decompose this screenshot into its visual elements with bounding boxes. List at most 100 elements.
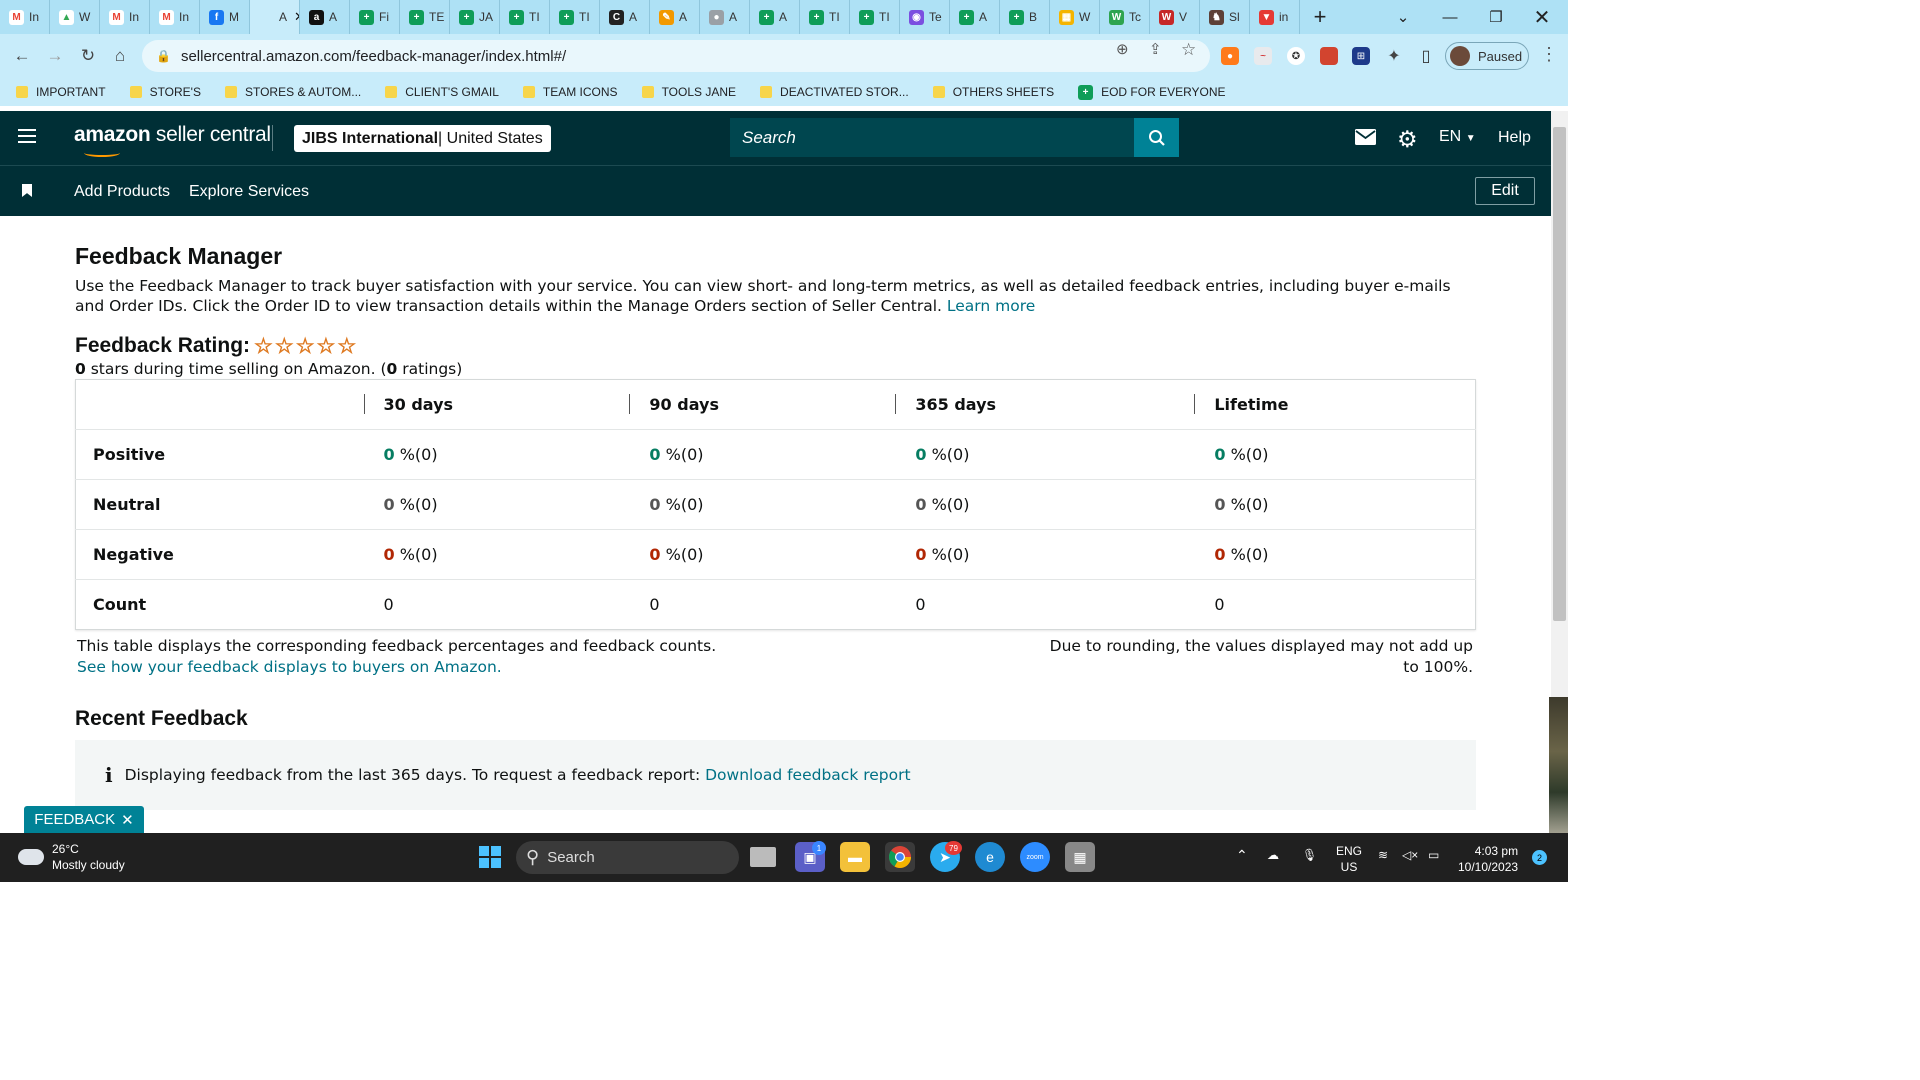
- amazon-seller-central-logo[interactable]: amazon seller central: [74, 123, 271, 157]
- chrome-icon[interactable]: [885, 842, 915, 872]
- browser-tab[interactable]: ◉ Te: [900, 0, 950, 34]
- feedback-button[interactable]: FEEDBACK ✕: [24, 806, 144, 833]
- profile-button[interactable]: Paused: [1445, 42, 1529, 70]
- bookmark-item[interactable]: STORES & AUTOM...: [224, 85, 361, 99]
- browser-tab[interactable]: ▲ W: [50, 0, 100, 34]
- hamburger-menu-icon[interactable]: [18, 129, 36, 147]
- browser-tab[interactable]: W Tc: [1100, 0, 1150, 34]
- weather-condition: Mostly cloudy: [52, 858, 125, 872]
- browser-tab[interactable]: WV: [1150, 0, 1200, 34]
- browser-tab[interactable]: + TI: [550, 0, 600, 34]
- nav-add-products[interactable]: Add Products: [74, 183, 170, 201]
- windows-start-icon[interactable]: [475, 842, 505, 872]
- bookmark-item[interactable]: IMPORTANT: [16, 85, 106, 99]
- cell-value: 0: [915, 495, 927, 514]
- task-view-icon[interactable]: [750, 847, 776, 867]
- cell-value: 0: [1214, 445, 1226, 464]
- browser-menu-icon[interactable]: ⋮: [1540, 44, 1558, 65]
- edge-icon[interactable]: e: [975, 842, 1005, 872]
- bookmark-item[interactable]: OTHERS SHEETS: [932, 85, 1054, 99]
- browser-tab[interactable]: + TI: [800, 0, 850, 34]
- bookmark-item[interactable]: TOOLS JANE: [641, 85, 736, 99]
- help-link[interactable]: Help: [1498, 129, 1531, 147]
- browser-tab[interactable]: fM: [200, 0, 250, 34]
- bookmark-item[interactable]: TEAM ICONS: [522, 85, 618, 99]
- speaker-muted-icon[interactable]: ◁×: [1402, 847, 1418, 863]
- weather-widget[interactable]: 26°C Mostly cloudy: [18, 841, 125, 873]
- bookmark-item[interactable]: STORE'S: [129, 85, 201, 99]
- bookmark-item[interactable]: DEACTIVATED STOR...: [760, 85, 909, 99]
- browser-tab[interactable]: + A: [950, 0, 1000, 34]
- browser-tab[interactable]: aA: [300, 0, 350, 34]
- table-cell: 0 %(0): [363, 479, 630, 530]
- browser-tab[interactable]: + TI: [500, 0, 550, 34]
- browser-tab[interactable]: ▦ W: [1050, 0, 1100, 34]
- settings-gear-icon[interactable]: ⚙: [1397, 126, 1418, 153]
- extensions-puzzle-icon[interactable]: ✦: [1385, 47, 1403, 65]
- bookmark-star-icon[interactable]: ☆: [1181, 40, 1196, 60]
- notification-badge[interactable]: 2: [1532, 850, 1547, 865]
- calculator-icon[interactable]: ▦: [1065, 842, 1095, 872]
- microphone-icon[interactable]: 🎙: [1302, 847, 1317, 863]
- close-window-button[interactable]: ✕: [1519, 0, 1565, 34]
- browser-tab[interactable]: + JA: [450, 0, 500, 34]
- back-arrow-icon[interactable]: ←: [10, 44, 34, 68]
- new-tab-button[interactable]: +: [1300, 4, 1340, 30]
- browser-tab[interactable]: CA: [600, 0, 650, 34]
- browser-tab[interactable]: ✎ A: [650, 0, 700, 34]
- account-switcher[interactable]: JIBS International | United States: [294, 125, 551, 152]
- edit-button[interactable]: Edit: [1475, 177, 1535, 205]
- logo-bold: amazon: [74, 123, 151, 146]
- tab-search-chevron-icon[interactable]: ⌄: [1380, 0, 1426, 34]
- extension-calendar-icon[interactable]: [1320, 47, 1338, 65]
- address-bar[interactable]: 🔒 sellercentral.amazon.com/feedback-mana…: [142, 40, 1210, 72]
- browser-tab[interactable]: ● A: [700, 0, 750, 34]
- taskbar-search[interactable]: ⚲ Search: [516, 841, 739, 874]
- browser-tab[interactable]: + A: [750, 0, 800, 34]
- browser-tab[interactable]: ♞ Sl: [1200, 0, 1250, 34]
- search-button[interactable]: [1134, 118, 1179, 157]
- extension-seller-icon[interactable]: ~: [1254, 47, 1272, 65]
- mail-icon[interactable]: [1355, 128, 1376, 151]
- chevron-up-icon[interactable]: ⌃: [1236, 847, 1248, 863]
- reload-icon[interactable]: ↻: [76, 44, 100, 68]
- nav-explore-services[interactable]: Explore Services: [189, 183, 309, 201]
- bookmark-icon[interactable]: [22, 184, 32, 197]
- side-panel-icon[interactable]: ▯: [1417, 47, 1435, 65]
- zoom-icon[interactable]: ⊕: [1116, 40, 1129, 58]
- search-input[interactable]: [730, 118, 1134, 157]
- forward-arrow-icon[interactable]: →: [43, 44, 67, 68]
- language-indicator[interactable]: ENG US: [1336, 843, 1362, 875]
- browser-tab[interactable]: + TE: [400, 0, 450, 34]
- see-feedback-display-link[interactable]: See how your feedback displays to buyers…: [77, 658, 502, 676]
- browser-tab[interactable]: + B: [1000, 0, 1050, 34]
- download-feedback-report-link[interactable]: Download feedback report: [705, 766, 910, 784]
- language-selector[interactable]: EN ▼: [1439, 128, 1476, 146]
- clock[interactable]: 4:03 pm 10/10/2023: [1458, 843, 1518, 875]
- browser-tab[interactable]: M In: [150, 0, 200, 34]
- extension-globe-icon[interactable]: ✪: [1287, 47, 1305, 65]
- battery-icon[interactable]: ▭: [1428, 847, 1439, 863]
- browser-tab[interactable]: A✕: [250, 0, 300, 34]
- file-explorer-icon[interactable]: ▬: [840, 842, 870, 872]
- table-cell: 0 %(0): [1194, 479, 1476, 530]
- browser-tab[interactable]: ▼ in: [1250, 0, 1300, 34]
- close-icon[interactable]: ✕: [121, 811, 134, 829]
- browser-tab[interactable]: + Fi: [350, 0, 400, 34]
- share-icon[interactable]: ⇪: [1149, 40, 1162, 58]
- learn-more-link[interactable]: Learn more: [947, 297, 1035, 315]
- extension-orange-icon[interactable]: ●: [1221, 47, 1239, 65]
- browser-tab[interactable]: M In: [100, 0, 150, 34]
- browser-tab[interactable]: + TI: [850, 0, 900, 34]
- browser-tab[interactable]: M In: [0, 0, 50, 34]
- scrollbar-thumb[interactable]: [1553, 127, 1566, 621]
- bookmark-item[interactable]: CLIENT'S GMAIL: [385, 85, 499, 99]
- wifi-icon[interactable]: ≋: [1378, 847, 1388, 863]
- restore-button[interactable]: ❐: [1473, 0, 1519, 34]
- home-icon[interactable]: ⌂: [108, 44, 132, 68]
- zoom-icon[interactable]: zoom: [1020, 842, 1050, 872]
- minimize-button[interactable]: —: [1427, 0, 1473, 34]
- extension-helium-icon[interactable]: ⊞: [1352, 47, 1370, 65]
- onedrive-cloud-icon[interactable]: ☁: [1267, 847, 1279, 863]
- bookmark-item[interactable]: + EOD FOR EVERYONE: [1078, 84, 1226, 100]
